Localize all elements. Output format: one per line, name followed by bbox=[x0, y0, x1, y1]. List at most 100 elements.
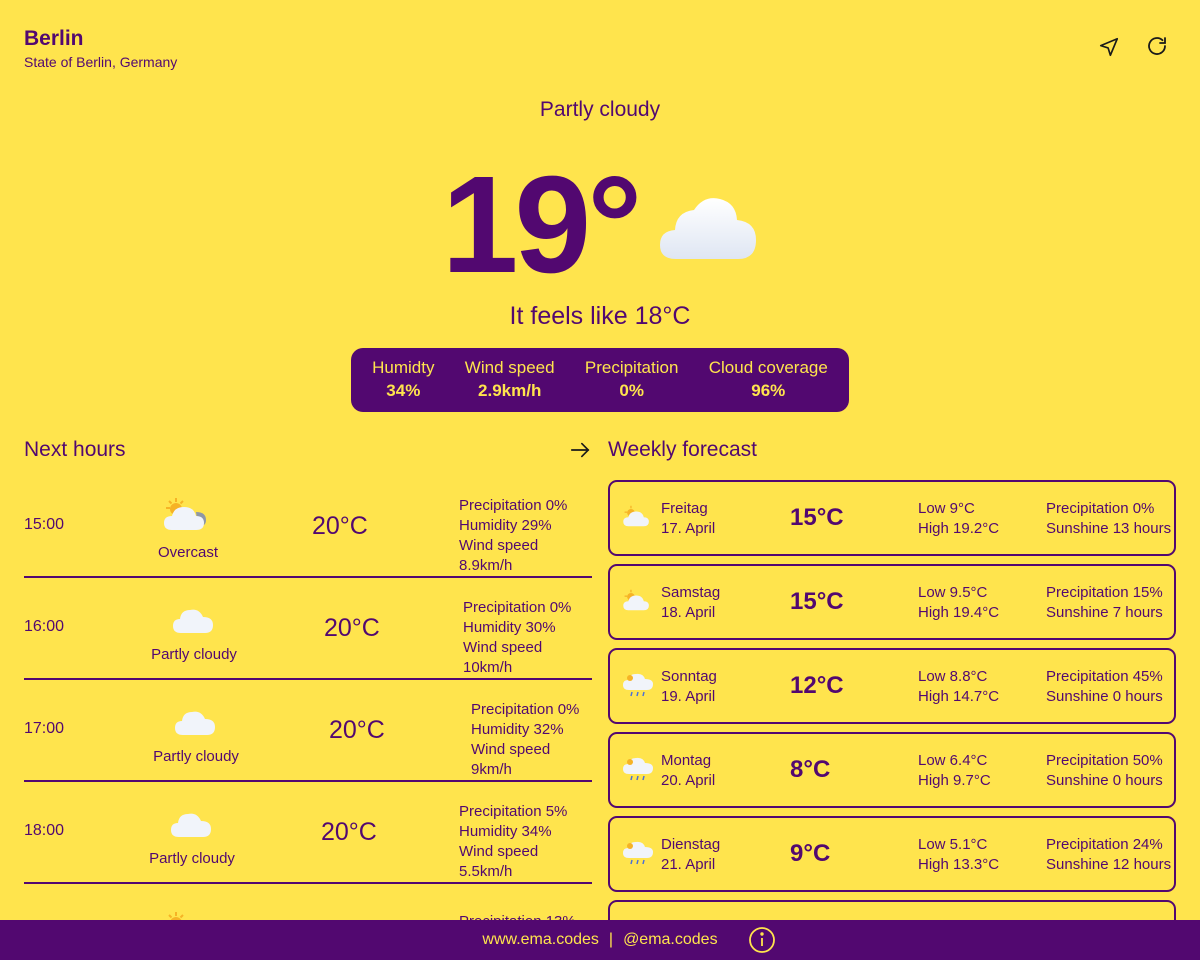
day-name: Sonntag 19. April bbox=[661, 667, 717, 707]
refresh-icon[interactable] bbox=[1144, 34, 1170, 60]
cloud-icon bbox=[658, 195, 758, 266]
hourly-row: 15:00 Overcast 20°C Precipitation 0% Hum… bbox=[24, 476, 592, 578]
day-weekday: Sonntag bbox=[661, 668, 717, 685]
day-extra: Precipitation 15% Sunshine 7 hours bbox=[1046, 583, 1163, 623]
hour-details: Precipitation 0% Humidity 32% Wind speed… bbox=[471, 700, 592, 780]
stat-precipitation: Precipitation 0% bbox=[585, 357, 679, 403]
hour-time: 18:00 bbox=[24, 822, 65, 839]
stat-label: Humidty bbox=[372, 358, 435, 377]
current-temperature-row: 19° bbox=[0, 150, 1200, 300]
day-low-high: Low 9.5°C High 19.4°C bbox=[918, 583, 999, 623]
day-high: High 13.3°C bbox=[918, 856, 1000, 873]
day-low-high: Low 8.8°C High 14.7°C bbox=[918, 667, 999, 707]
top-actions bbox=[1096, 34, 1170, 60]
day-low: Low 6.4°C bbox=[918, 752, 988, 769]
day-card: Samstag 18. April 15°C Low 9.5°C High 19… bbox=[608, 564, 1176, 640]
rain-cloud-icon bbox=[622, 756, 654, 787]
day-precipitation: Precipitation 45% bbox=[1046, 668, 1163, 685]
stat-cloud-coverage: Cloud coverage 96% bbox=[709, 357, 828, 403]
hour-precipitation: Precipitation 0% bbox=[459, 497, 568, 514]
hour-condition: Overcast bbox=[157, 544, 218, 561]
location-arrow-icon[interactable] bbox=[1096, 34, 1122, 60]
website-link[interactable]: www.ema.codes bbox=[482, 931, 599, 949]
day-low: Low 9°C bbox=[918, 500, 975, 517]
day-high: High 19.4°C bbox=[918, 604, 1000, 621]
day-card: Montag 20. April 8°C Low 6.4°C High 9.7°… bbox=[608, 732, 1176, 808]
hour-temperature: 20°C bbox=[312, 512, 368, 540]
day-sunshine: Sunshine 7 hours bbox=[1046, 604, 1163, 621]
day-name: Freitag 17. April bbox=[661, 499, 715, 539]
day-low-high: Low 5.1°C High 13.3°C bbox=[918, 835, 999, 875]
hour-temperature: 20°C bbox=[321, 818, 377, 846]
day-extra: Precipitation 50% Sunshine 0 hours bbox=[1046, 751, 1163, 791]
day-precipitation: Precipitation 24% bbox=[1046, 836, 1163, 853]
stat-wind-speed: Wind speed 2.9km/h bbox=[465, 357, 555, 403]
current-temperature: 19° bbox=[441, 148, 643, 302]
hour-time: 15:00 bbox=[24, 516, 65, 533]
stat-value: 0% bbox=[619, 381, 644, 400]
hour-condition: Partly cloudy bbox=[151, 646, 237, 663]
day-extra: Precipitation 0% Sunshine 13 hours bbox=[1046, 499, 1171, 539]
hour-details: Precipitation 0% Humidity 30% Wind speed… bbox=[463, 598, 592, 678]
day-date: 19. April bbox=[661, 688, 716, 705]
day-temperature: 8°C bbox=[790, 756, 831, 783]
day-card: Sonntag 19. April 12°C Low 8.8°C High 14… bbox=[608, 648, 1176, 724]
info-icon[interactable] bbox=[748, 926, 776, 954]
hour-time: 17:00 bbox=[24, 720, 65, 737]
day-sunshine: Sunshine 12 hours bbox=[1046, 856, 1172, 873]
day-sunshine: Sunshine 0 hours bbox=[1046, 772, 1163, 789]
day-weekday: Dienstag bbox=[661, 836, 721, 853]
current-condition: Partly cloudy bbox=[539, 98, 661, 121]
day-precipitation: Precipitation 0% bbox=[1046, 500, 1155, 517]
day-precipitation: Precipitation 15% bbox=[1046, 584, 1163, 601]
day-high: High 9.7°C bbox=[918, 772, 991, 789]
day-temperature: 9°C bbox=[790, 840, 831, 867]
handle-link[interactable]: @ema.codes bbox=[623, 931, 718, 949]
day-date: 20. April bbox=[661, 772, 716, 789]
hour-wind: Wind speed 9km/h bbox=[471, 741, 551, 778]
weekly-forecast-title: Weekly forecast bbox=[608, 438, 757, 461]
day-low: Low 9.5°C bbox=[918, 584, 988, 601]
hour-details: Precipitation 5% Humidity 34% Wind speed… bbox=[459, 802, 592, 882]
day-high: High 14.7°C bbox=[918, 688, 1000, 705]
day-date: 17. April bbox=[661, 520, 716, 537]
sun-cloud-icon bbox=[622, 504, 654, 533]
day-low-high: Low 9°C High 19.2°C bbox=[918, 499, 999, 539]
weekly-list: Freitag 17. April 15°C Low 9°C High 19.2… bbox=[608, 480, 1176, 960]
day-precipitation: Precipitation 50% bbox=[1046, 752, 1163, 769]
hourly-row: 16:00 Partly cloudy 20°C Precipitation 0… bbox=[24, 578, 592, 680]
stat-humidity: Humidty 34% bbox=[372, 357, 434, 403]
day-name: Samstag 18. April bbox=[661, 583, 720, 623]
stat-value: 96% bbox=[751, 381, 786, 400]
hour-temperature: 20°C bbox=[324, 614, 380, 642]
arrow-right-icon[interactable] bbox=[567, 437, 593, 463]
rain-cloud-icon bbox=[622, 840, 654, 871]
day-weekday: Freitag bbox=[661, 500, 708, 517]
day-low: Low 8.8°C bbox=[918, 668, 988, 685]
location-header: Berlin State of Berlin, Germany bbox=[24, 26, 177, 72]
region-name: State of Berlin, Germany bbox=[24, 54, 178, 70]
day-low-high: Low 6.4°C High 9.7°C bbox=[918, 751, 991, 791]
footer-separator: | bbox=[608, 931, 614, 948]
day-temperature: 15°C bbox=[790, 588, 844, 615]
hourly-list: 15:00 Overcast 20°C Precipitation 0% Hum… bbox=[24, 476, 592, 960]
day-temperature: 15°C bbox=[790, 504, 844, 531]
hour-temperature: 20°C bbox=[329, 716, 385, 744]
footer: www.ema.codes | @ema.codes bbox=[0, 920, 1200, 960]
feels-like: It feels like 18°C bbox=[509, 302, 691, 330]
day-weekday: Montag bbox=[661, 752, 712, 769]
cloud-icon bbox=[170, 808, 212, 843]
hour-wind: Wind speed 8.9km/h bbox=[459, 537, 539, 574]
hour-humidity: Humidity 34% bbox=[459, 823, 552, 840]
hourly-row: 17:00 Partly cloudy 20°C Precipitation 0… bbox=[24, 680, 592, 782]
day-high: High 19.2°C bbox=[918, 520, 1000, 537]
day-card: Dienstag 21. April 9°C Low 5.1°C High 13… bbox=[608, 816, 1176, 892]
day-sunshine: Sunshine 0 hours bbox=[1046, 688, 1163, 705]
hour-condition: Partly cloudy bbox=[149, 850, 235, 867]
day-temperature: 12°C bbox=[790, 672, 844, 699]
hour-humidity: Humidity 29% bbox=[459, 517, 552, 534]
hour-humidity: Humidity 30% bbox=[463, 619, 556, 636]
hour-wind: Wind speed 10km/h bbox=[463, 639, 543, 676]
day-sunshine: Sunshine 13 hours bbox=[1046, 520, 1172, 537]
cloud-icon bbox=[172, 604, 214, 639]
